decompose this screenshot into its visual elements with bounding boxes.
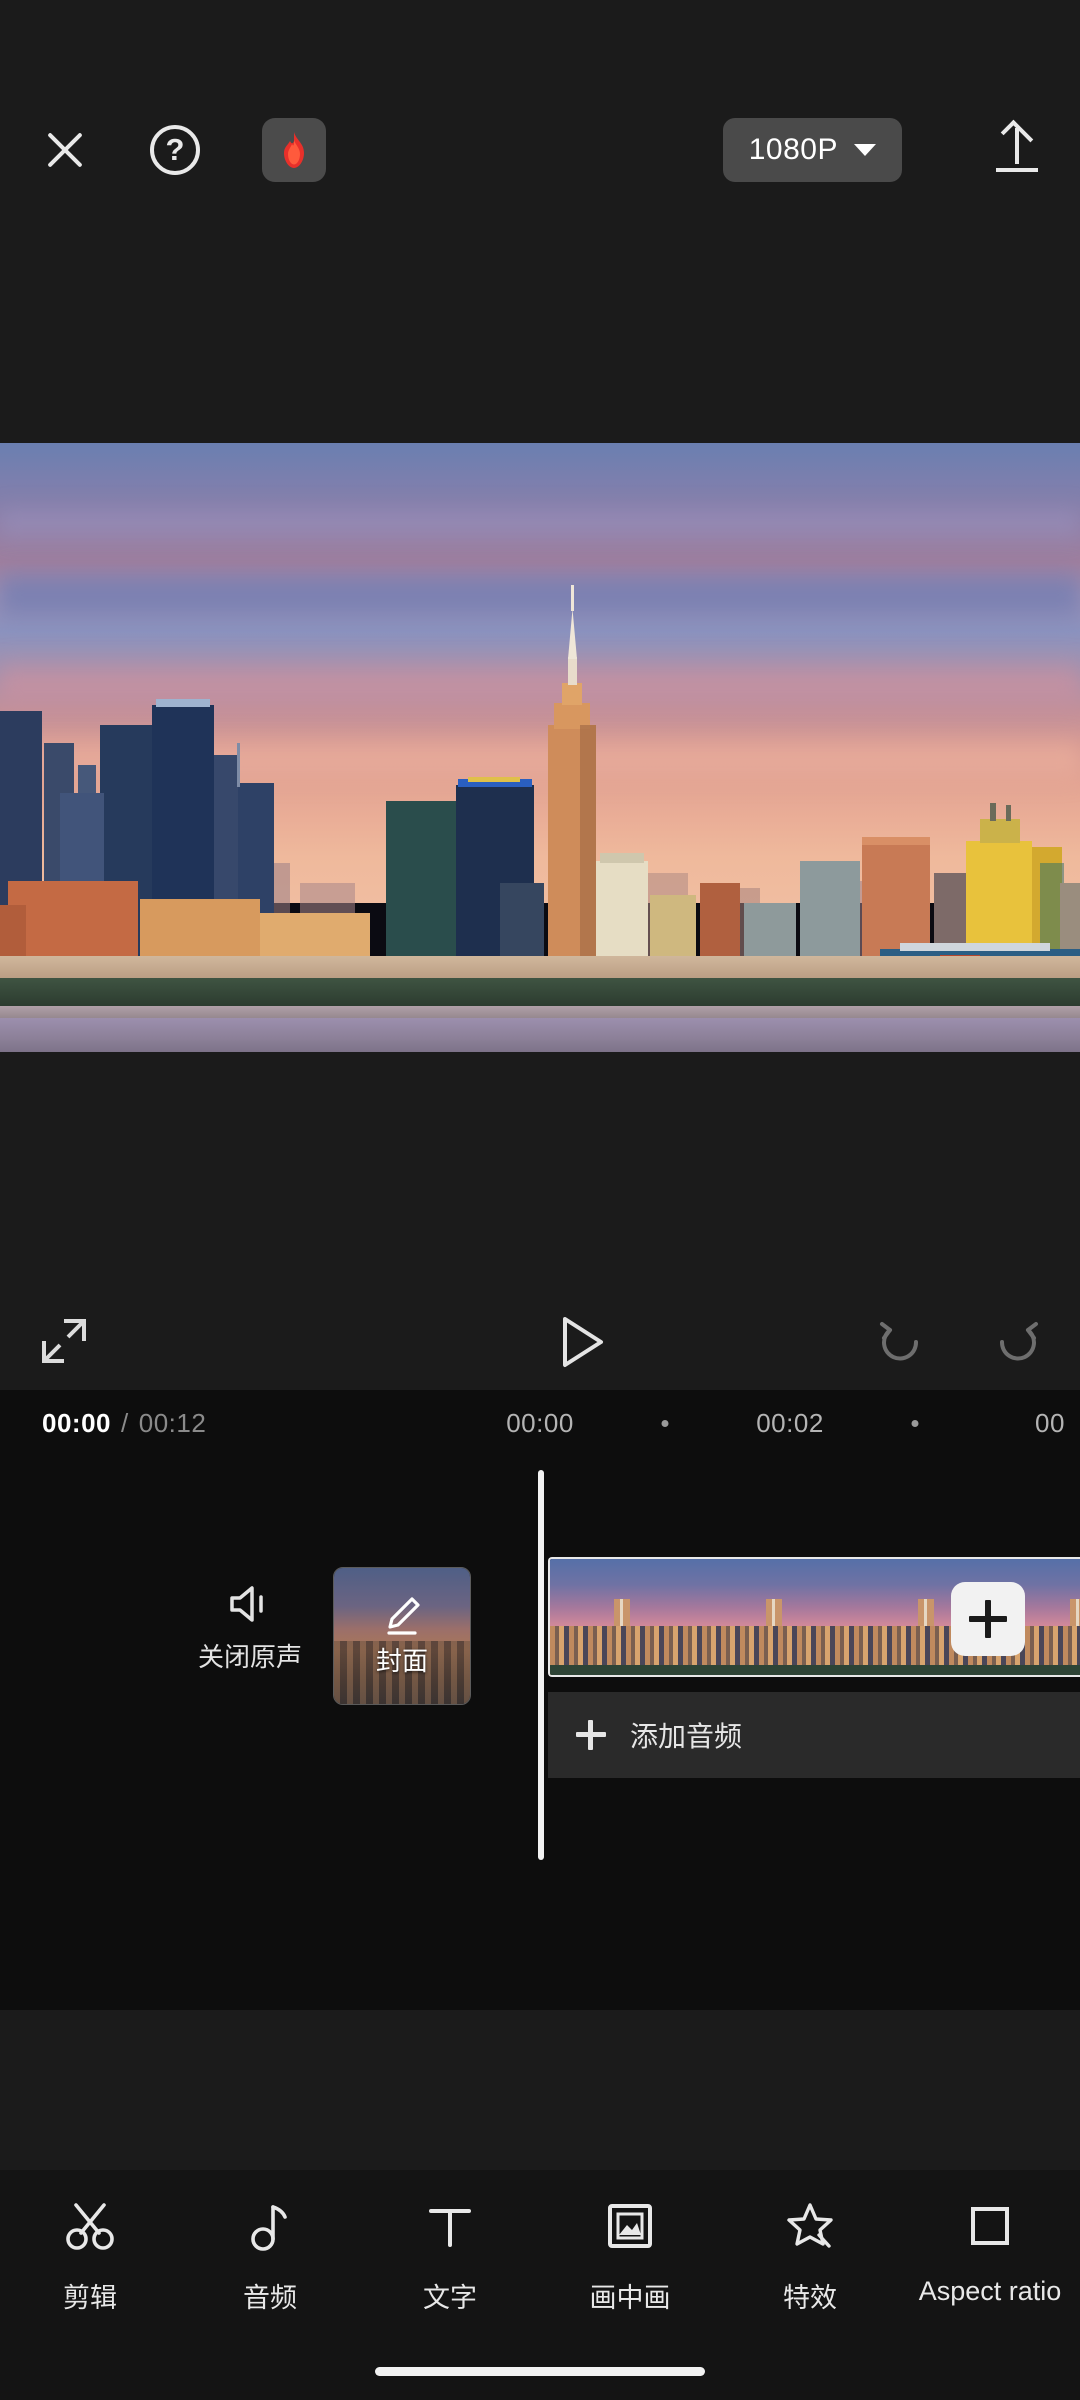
add-audio-track[interactable]: 添加音频 (548, 1692, 1080, 1778)
resolution-selector[interactable]: 1080P (722, 118, 902, 182)
flame-icon-button[interactable] (262, 118, 326, 182)
mute-label: 关闭原声 (197, 1642, 302, 1672)
mute-original-sound-button[interactable]: 关闭原声 (175, 1585, 325, 1674)
tool-edit[interactable]: 剪辑 (0, 2198, 180, 2315)
timeline-left-controls: 关闭原声 封面 (0, 1567, 540, 1735)
current-time: 00:00 (42, 1408, 111, 1438)
music-note-icon (243, 2198, 297, 2254)
bottom-toolbar: 剪辑 音频 文字 画中画 特效 Aspect ratio (0, 2170, 1080, 2400)
total-time: 00:12 (138, 1408, 207, 1438)
speaker-mute-icon (228, 1585, 272, 1623)
home-indicator-bar (375, 2367, 705, 2376)
timeline-panel[interactable]: 00:00 / 00:12 00:00 00:02 00 关闭原声 封面 添加音… (0, 1390, 1080, 2010)
top-bar-left-group: ? (42, 118, 326, 182)
player-controls (0, 1290, 1080, 1390)
plus-icon (969, 1600, 1007, 1638)
picture-in-picture-icon (603, 2198, 657, 2254)
ruler-tick-dot (911, 1420, 919, 1427)
export-upload-icon[interactable] (994, 119, 1040, 176)
tool-label: Aspect ratio (918, 2276, 1062, 2306)
ruler-tick-label: 00:02 (756, 1408, 824, 1438)
tool-audio[interactable]: 音频 (180, 2198, 360, 2315)
time-readout: 00:00 / 00:12 (42, 1408, 206, 1439)
flame-icon (280, 132, 308, 168)
tool-text[interactable]: 文字 (360, 2198, 540, 2315)
play-icon[interactable] (519, 1316, 603, 1367)
undo-icon[interactable] (878, 1318, 928, 1368)
pencil-edit-icon (382, 1595, 422, 1637)
tool-effects[interactable]: 特效 (720, 2198, 900, 2315)
video-editor-screen: ? 1080P 00:00 / 00:12 00:00 00:02 00 关闭原… (0, 0, 1080, 2400)
top-bar-right-group: 1080P (722, 118, 1040, 182)
export-arrow-base (996, 168, 1038, 172)
preview-treeline (0, 978, 1080, 1008)
time-separator: / (121, 1408, 129, 1438)
tool-aspect-ratio[interactable]: Aspect ratio (900, 2198, 1080, 2307)
tool-label: 特效 (783, 2283, 837, 2313)
star-sparkle-icon (783, 2198, 837, 2254)
redo-icon[interactable] (990, 1318, 1040, 1368)
square-ratio-icon (963, 2198, 1017, 2254)
help-circle-icon[interactable]: ? (150, 125, 200, 175)
top-bar: ? 1080P (0, 0, 1080, 195)
scissors-icon (63, 2198, 117, 2254)
close-icon[interactable] (42, 127, 88, 173)
text-t-icon (423, 2198, 477, 2254)
chevron-down-icon (854, 144, 876, 156)
cover-button-content: 封面 (376, 1568, 428, 1704)
cover-label: 封面 (375, 1645, 428, 1676)
timeline-ruler[interactable]: 00:00 / 00:12 00:00 00:02 00 (0, 1390, 1080, 1458)
video-preview[interactable] (0, 443, 1080, 1052)
ruler-tick-label: 00 (1035, 1408, 1065, 1438)
cover-button[interactable]: 封面 (333, 1567, 471, 1705)
tool-label: 画中画 (589, 2283, 671, 2313)
clip-frame (550, 1559, 702, 1675)
ruler-tick-label: 00:00 (506, 1408, 574, 1438)
clip-frame (702, 1559, 854, 1675)
playhead[interactable] (538, 1470, 544, 1860)
fullscreen-expand-icon[interactable] (40, 1317, 88, 1365)
tool-label: 剪辑 (63, 2283, 117, 2313)
add-audio-label: 添加音频 (630, 1721, 743, 1752)
add-clip-button[interactable] (951, 1582, 1025, 1656)
preview-water (0, 1018, 1080, 1052)
tool-label: 音频 (243, 2283, 297, 2313)
tool-label: 文字 (423, 2283, 477, 2313)
export-arrow-head (1000, 119, 1034, 153)
tool-picture-in-picture[interactable]: 画中画 (540, 2198, 720, 2315)
resolution-label: 1080P (748, 133, 838, 166)
plus-icon (576, 1720, 606, 1750)
ruler-tick-dot (661, 1420, 669, 1427)
